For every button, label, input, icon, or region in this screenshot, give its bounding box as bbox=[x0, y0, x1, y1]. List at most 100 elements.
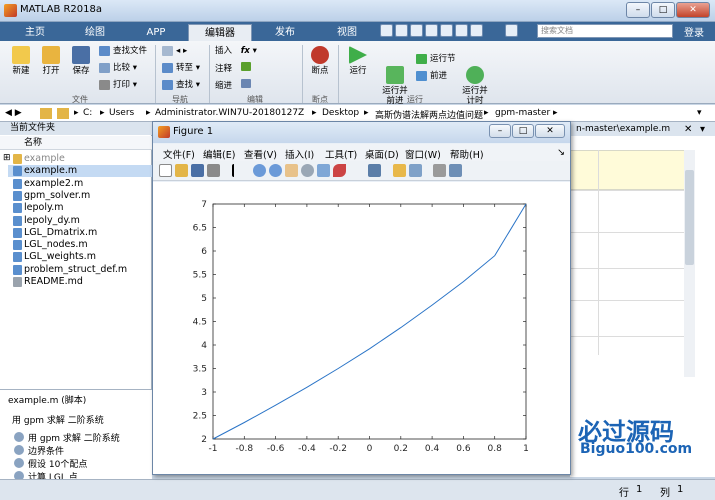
address-bar[interactable]: ◀ ▶ ▸ C: ▸ Users ▸ Administrator.WIN7U-2… bbox=[0, 105, 715, 122]
help-quick-icon[interactable] bbox=[505, 24, 518, 37]
file-list-item[interactable]: LGL_weights.m bbox=[24, 251, 96, 263]
name-column-label[interactable]: 名称 bbox=[24, 136, 42, 150]
redo-quick-icon[interactable] bbox=[455, 24, 468, 37]
file-list-header[interactable]: 名称 bbox=[0, 136, 152, 150]
details-item[interactable]: 边界条件 bbox=[28, 444, 64, 457]
breadcrumb-users[interactable]: Users bbox=[109, 108, 134, 118]
zoom-out-icon[interactable] bbox=[269, 164, 282, 177]
browse-folder-icon[interactable] bbox=[57, 108, 69, 119]
file-list-item[interactable]: example bbox=[24, 153, 65, 165]
menu-insert[interactable]: 插入(I) bbox=[285, 147, 314, 161]
login-link[interactable]: 登录 bbox=[684, 24, 704, 39]
menu-edit[interactable]: 编辑(E) bbox=[203, 147, 235, 161]
section-icon bbox=[14, 432, 24, 442]
breadcrumb-administrator[interactable]: Administrator.WIN7U-20180127Z bbox=[155, 108, 304, 118]
figure-maximize-button[interactable]: □ bbox=[512, 124, 534, 138]
pointer-icon[interactable] bbox=[232, 164, 241, 177]
menu-tools[interactable]: 工具(T) bbox=[325, 147, 357, 161]
link-plot-icon[interactable] bbox=[368, 164, 381, 177]
file-list-item[interactable]: example.m bbox=[24, 165, 77, 177]
print-button[interactable]: 打印 ▾ bbox=[99, 79, 137, 91]
find-button[interactable]: 查找 ▾ bbox=[162, 79, 200, 91]
menu-file[interactable]: 文件(F) bbox=[163, 147, 195, 161]
figure-close-button[interactable]: ✕ bbox=[535, 124, 565, 138]
maximize-button[interactable]: □ bbox=[651, 2, 675, 18]
address-dropdown-icon[interactable]: ▾ bbox=[697, 108, 702, 118]
advance-button[interactable]: 前进 bbox=[416, 70, 447, 82]
data-cursor-icon[interactable] bbox=[317, 164, 330, 177]
tab-apps[interactable]: APP bbox=[128, 24, 184, 41]
copy-quick-icon[interactable] bbox=[410, 24, 423, 37]
pan-icon[interactable] bbox=[285, 164, 298, 177]
breakpoint-button[interactable]: 断点 bbox=[306, 46, 334, 76]
editor-tab-path[interactable]: n-master\example.m bbox=[570, 122, 715, 136]
run-button[interactable]: 运行 bbox=[344, 46, 372, 76]
run-and-time-button[interactable]: 运行并 计时 bbox=[458, 46, 492, 106]
new-figure-icon[interactable] bbox=[159, 164, 172, 177]
breadcrumb-desktop[interactable]: Desktop bbox=[322, 108, 359, 118]
file-list-item[interactable]: example2.m bbox=[24, 178, 83, 190]
file-list-item[interactable]: lepoly.m bbox=[24, 202, 64, 214]
breadcrumb-gpm-master[interactable]: gpm-master bbox=[495, 108, 550, 118]
figure-title-bar[interactable]: Figure 1 – □ ✕ bbox=[153, 122, 570, 143]
editor-scrollbar-thumb[interactable] bbox=[685, 170, 694, 265]
brush-icon[interactable] bbox=[333, 164, 346, 177]
file-list-item[interactable]: lepoly_dy.m bbox=[24, 215, 80, 227]
breadcrumb-c[interactable]: C: bbox=[83, 108, 92, 118]
run-section-button[interactable]: 运行节 bbox=[416, 53, 456, 65]
colorbar-icon[interactable] bbox=[393, 164, 406, 177]
comment-button[interactable]: 注释 bbox=[215, 62, 251, 74]
save-figure-icon[interactable] bbox=[191, 164, 204, 177]
print-figure-icon[interactable] bbox=[207, 164, 220, 177]
breadcrumb-project[interactable]: 高斯伪谱法解两点边值问题 bbox=[375, 108, 483, 121]
expand-folder-icon[interactable]: ⊞ bbox=[3, 153, 11, 163]
figure-window[interactable]: Figure 1 – □ ✕ 文件(F) 编辑(E) 查看(V) 插入(I) 工… bbox=[152, 121, 571, 475]
section-icon bbox=[14, 458, 24, 468]
tab-publish[interactable]: 发布 bbox=[256, 24, 314, 41]
paste-quick-icon[interactable] bbox=[425, 24, 438, 37]
insert-button[interactable]: 插入 fx ▾ bbox=[215, 45, 257, 57]
back-forward-button[interactable]: ◂ ▸ bbox=[162, 45, 187, 57]
menu-help[interactable]: 帮助(H) bbox=[450, 147, 484, 161]
close-button[interactable]: ✕ bbox=[676, 2, 710, 18]
open-file-icon[interactable] bbox=[175, 164, 188, 177]
open-button[interactable]: 打开 bbox=[36, 46, 66, 76]
goto-button[interactable]: 转至 ▾ bbox=[162, 62, 200, 74]
file-list-item[interactable]: LGL_Dmatrix.m bbox=[24, 227, 97, 239]
minimize-button[interactable]: – bbox=[626, 2, 650, 18]
menu-window[interactable]: 窗口(W) bbox=[405, 147, 441, 161]
show-tools-icon[interactable] bbox=[449, 164, 462, 177]
tab-view[interactable]: 视图 bbox=[318, 24, 376, 41]
figure-minimize-button[interactable]: – bbox=[489, 124, 511, 138]
zoom-in-icon[interactable] bbox=[253, 164, 266, 177]
folder-up-icon[interactable] bbox=[40, 108, 52, 119]
new-button[interactable]: 新建 bbox=[6, 46, 36, 76]
compare-button[interactable]: 比较 ▾ bbox=[99, 62, 137, 74]
rotate-icon[interactable] bbox=[301, 164, 314, 177]
file-list-item[interactable]: gpm_solver.m bbox=[24, 190, 90, 202]
menu-view[interactable]: 查看(V) bbox=[244, 147, 277, 161]
tab-home[interactable]: 主页 bbox=[10, 24, 60, 41]
switch-window-quick-icon[interactable] bbox=[470, 24, 483, 37]
file-list-item[interactable]: problem_struct_def.m bbox=[24, 264, 127, 276]
search-documentation-input[interactable]: 搜索文档 bbox=[537, 24, 673, 38]
save-button[interactable]: 保存 bbox=[66, 46, 96, 76]
menu-desktop[interactable]: 桌面(D) bbox=[365, 147, 399, 161]
editor-menu-icon[interactable]: ▾ bbox=[700, 124, 705, 135]
legend-icon[interactable] bbox=[409, 164, 422, 177]
back-arrow-icon[interactable]: ◀ ▶ bbox=[5, 108, 22, 118]
tab-plots[interactable]: 绘图 bbox=[66, 24, 124, 41]
details-item[interactable]: 假设 10个配点 bbox=[28, 457, 87, 470]
cut-quick-icon[interactable] bbox=[395, 24, 408, 37]
details-item[interactable]: 用 gpm 求解 二阶系统 bbox=[28, 431, 120, 444]
tab-editor[interactable]: 编辑器 bbox=[188, 24, 252, 41]
file-list-item[interactable]: README.md bbox=[24, 276, 83, 288]
find-files-button[interactable]: 查找文件 bbox=[99, 45, 147, 57]
save-quick-icon[interactable] bbox=[380, 24, 393, 37]
indent-button[interactable]: 缩进 bbox=[215, 79, 251, 91]
editor-close-icon[interactable]: ✕ bbox=[684, 124, 692, 135]
undo-quick-icon[interactable] bbox=[440, 24, 453, 37]
hide-tools-icon[interactable] bbox=[433, 164, 446, 177]
file-list-item[interactable]: LGL_nodes.m bbox=[24, 239, 88, 251]
menu-dock-icon[interactable]: ↘ bbox=[557, 147, 565, 158]
